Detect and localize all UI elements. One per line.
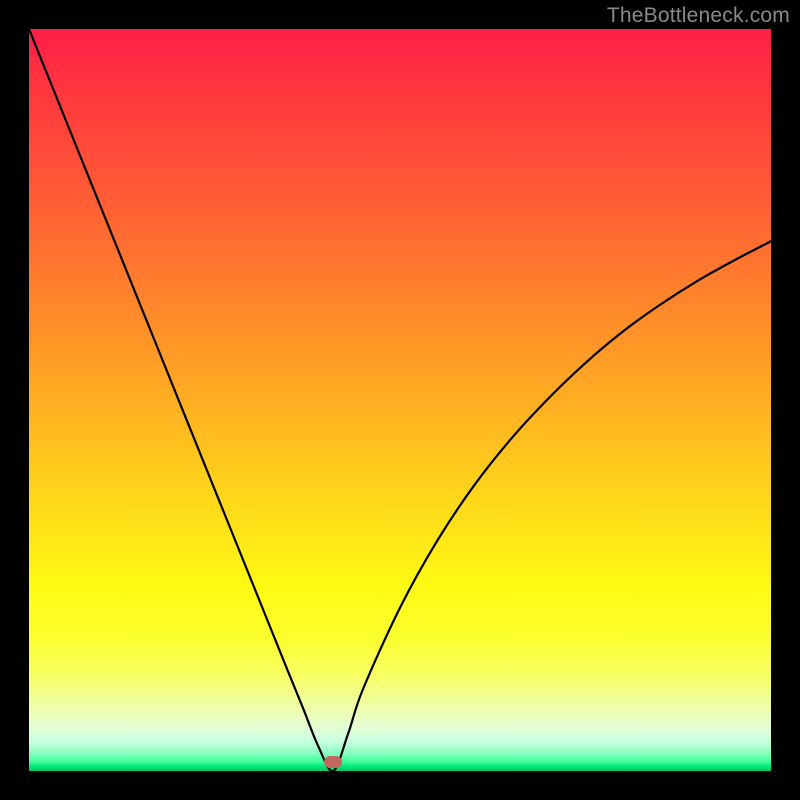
chart-frame: TheBottleneck.com [0,0,800,800]
bottleneck-curve [29,29,771,771]
optimum-marker [324,756,342,768]
plot-area [29,29,771,771]
watermark-text: TheBottleneck.com [607,4,790,28]
